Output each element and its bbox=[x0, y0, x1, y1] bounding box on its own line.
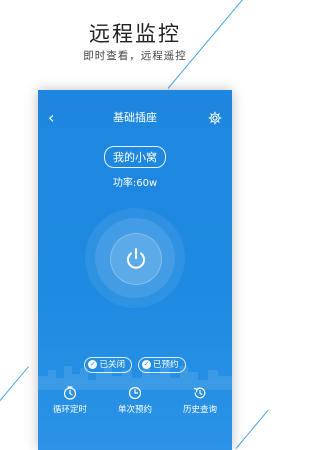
toolbar-cycle-timer[interactable]: 循环定时 bbox=[38, 386, 102, 415]
page-title: 基础插座 bbox=[113, 111, 157, 124]
promo-subtitle: 即时查看，远程遥控 bbox=[83, 50, 187, 62]
status-badge-scheduled: ✓ 已预约 bbox=[138, 357, 186, 373]
power-label: 功率: bbox=[112, 178, 137, 189]
toolbar-label: 循环定时 bbox=[52, 405, 87, 415]
power-icon bbox=[127, 248, 145, 269]
gear-icon[interactable] bbox=[208, 111, 222, 125]
status-closed-label: 已关闭 bbox=[99, 360, 125, 370]
toolbar-single-schedule[interactable]: 单次预约 bbox=[103, 386, 167, 415]
clock-icon bbox=[128, 386, 142, 400]
promo-title: 远程监控 bbox=[89, 22, 181, 46]
power-value: 60w bbox=[136, 178, 158, 189]
status-scheduled-label: 已预约 bbox=[153, 360, 179, 370]
device-name-button[interactable]: 我的小窝 bbox=[104, 146, 166, 168]
status-row: ✓ 已关闭 ✓ 已预约 bbox=[38, 357, 232, 373]
bottom-toolbar: 循环定时 单次预约 历史查询 bbox=[38, 386, 232, 426]
check-icon: ✓ bbox=[142, 360, 151, 369]
decorative-line bbox=[235, 409, 269, 449]
history-icon bbox=[193, 387, 206, 399]
toolbar-history[interactable]: 历史查询 bbox=[168, 386, 232, 415]
phone-screen: ‹ 基础插座 我的小窝 功率:60w ✓ 已关闭 ✓ 已预约 循环定时 单次预约… bbox=[38, 90, 232, 450]
status-badge-closed: ✓ 已关闭 bbox=[84, 357, 132, 373]
nav-bar: ‹ 基础插座 bbox=[38, 108, 232, 128]
toolbar-label: 历史查询 bbox=[182, 405, 217, 415]
toolbar-label: 单次预约 bbox=[117, 405, 152, 415]
power-readout: 功率:60w bbox=[38, 174, 232, 189]
power-button[interactable] bbox=[110, 233, 162, 285]
decorative-line bbox=[0, 366, 29, 413]
timer-icon bbox=[63, 386, 77, 400]
check-icon: ✓ bbox=[88, 360, 98, 369]
